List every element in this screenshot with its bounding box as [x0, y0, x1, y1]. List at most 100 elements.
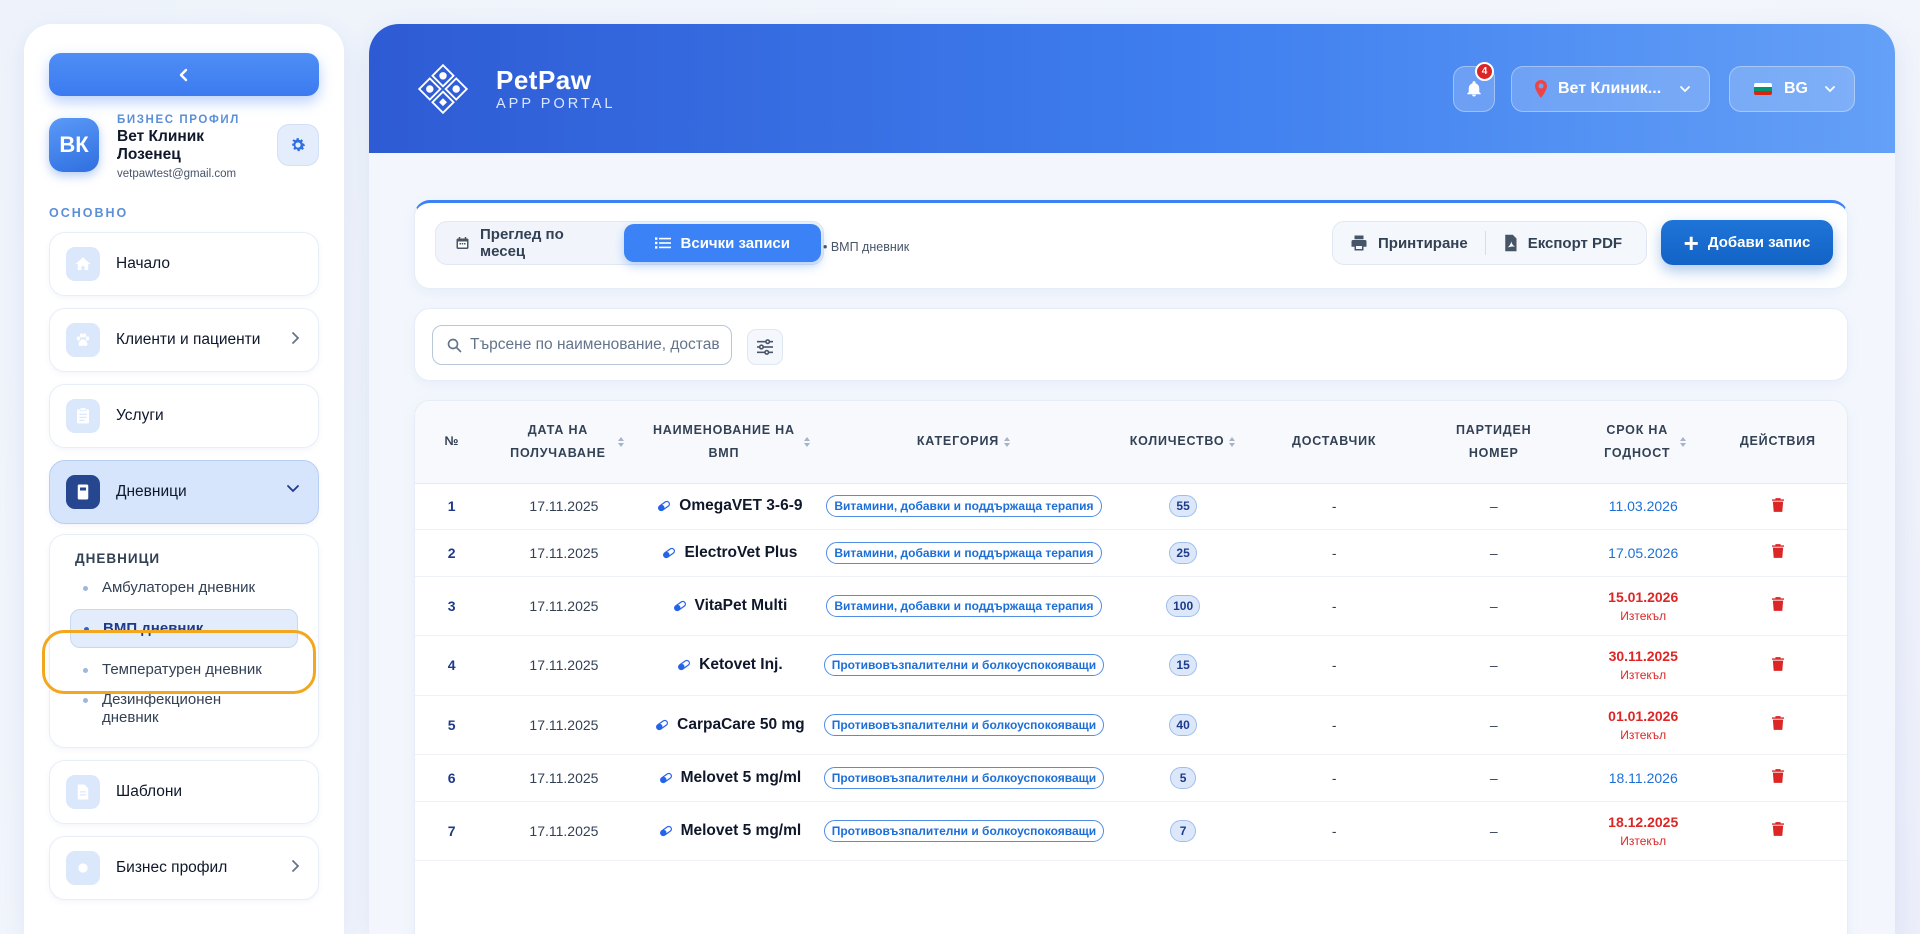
- home-icon: [66, 247, 100, 281]
- submenu-item-temperature[interactable]: Температурен дневник: [50, 661, 318, 678]
- quantity-badge: 7: [1170, 819, 1197, 842]
- delete-button[interactable]: [1771, 544, 1784, 558]
- cell-quantity: 7: [1107, 801, 1259, 861]
- drug-name: Melovet 5 mg/ml: [680, 768, 802, 786]
- column-header-sortable[interactable]: ДАТА НА ПОЛУЧАВАНЕ: [488, 401, 640, 484]
- drug-name: Ketovet Inj.: [699, 656, 783, 673]
- cell-supplier: -: [1258, 576, 1410, 636]
- brand-subtitle: APP PORTAL: [496, 96, 616, 112]
- brand[interactable]: PetPaw APP PORTAL: [415, 61, 615, 117]
- cell-quantity: 100: [1107, 576, 1259, 636]
- plus-icon: +: [1683, 227, 1699, 258]
- delete-button[interactable]: [1771, 769, 1784, 783]
- submenu-title: ДНЕВНИЦИ: [75, 551, 161, 566]
- sort-icon: [1229, 436, 1236, 447]
- delete-button[interactable]: [1771, 656, 1784, 671]
- trash-icon: [1771, 769, 1784, 783]
- search-input[interactable]: [470, 336, 720, 354]
- profile-kicker: БИЗНЕС ПРОФИЛ: [117, 114, 240, 126]
- column-header-sortable[interactable]: НАИМЕНОВАНИЕ НА ВМП: [639, 401, 821, 484]
- bullet-icon: [84, 627, 89, 632]
- view-all-records-button[interactable]: Всички записи: [623, 224, 821, 262]
- view-all-records-label: Всички записи: [680, 234, 790, 252]
- expiry-date: 15.01.2026: [1608, 588, 1679, 605]
- sort-icon: [617, 436, 624, 447]
- trash-icon: [1771, 497, 1784, 512]
- sidebar-item-templates[interactable]: Шаблони: [49, 760, 319, 824]
- cell-expiry: 15.01.2026 Изтекъл: [1577, 576, 1709, 636]
- trash-icon: [1771, 544, 1784, 558]
- cell-batch: –: [1409, 483, 1578, 530]
- chevron-down-icon: [287, 485, 299, 493]
- profile-settings-button[interactable]: [277, 124, 319, 166]
- cell-name: Melovet 5 mg/ml: [639, 801, 821, 861]
- sidebar-item-business-profile[interactable]: Бизнес профил: [49, 836, 319, 900]
- delete-button[interactable]: [1771, 497, 1784, 512]
- cell-expiry: 01.01.2026 Изтекъл: [1577, 695, 1709, 755]
- sidebar-item-label: Клиенти и пациенти: [116, 331, 261, 348]
- cell-number: 4: [415, 635, 489, 696]
- table-row[interactable]: 5 17.11.2025 CarpaCare 50 mg Противовъзп…: [415, 695, 1847, 755]
- add-record-button[interactable]: + Добави запис: [1661, 220, 1833, 265]
- sidebar-collapse-button[interactable]: [49, 53, 319, 96]
- sidebar-item-label: Шаблони: [116, 783, 183, 800]
- pill-icon: [655, 719, 669, 731]
- expiry-date: 17.05.2026: [1608, 544, 1679, 561]
- sidebar-item-journals[interactable]: Дневници: [49, 460, 319, 524]
- sidebar-item-home[interactable]: Начало: [49, 232, 319, 296]
- export-group: Принтиране Експорт PDF: [1332, 221, 1647, 265]
- column-header-sortable[interactable]: КАТЕГОРИЯ: [820, 401, 1108, 484]
- cell-name: OmegaVET 3-6-9: [639, 483, 821, 530]
- bulgaria-flag-icon: [1754, 83, 1772, 95]
- view-by-month-button[interactable]: Преглед по месец: [438, 224, 624, 262]
- print-button[interactable]: Принтиране: [1333, 234, 1485, 252]
- cell-name: Melovet 5 mg/ml: [639, 754, 821, 802]
- view-by-month-label: Преглед по месец: [480, 226, 564, 260]
- column-header: ДОСТАВЧИК: [1258, 401, 1410, 484]
- submenu-item-disinfection[interactable]: Дезинфекционен дневник: [50, 691, 280, 727]
- expiry-date: 11.03.2026: [1608, 498, 1678, 514]
- expired-label: Изтекъл: [1620, 668, 1667, 682]
- quantity-badge: 100: [1166, 594, 1201, 617]
- column-header-sortable[interactable]: КОЛИЧЕСТВО: [1107, 401, 1259, 484]
- column-header-sortable[interactable]: СРОК НА ГОДНОСТ: [1577, 401, 1709, 484]
- cell-actions: [1708, 635, 1847, 696]
- table-row[interactable]: 3 17.11.2025 VitaPet Multi Витамини, доб…: [415, 576, 1847, 636]
- clinic-selector[interactable]: Вет Клиник...: [1511, 66, 1710, 112]
- chevron-down-icon: [1825, 86, 1835, 93]
- table-row[interactable]: 6 17.11.2025 Melovet 5 mg/ml Противовъзп…: [415, 754, 1847, 802]
- submenu-item-ambulatory[interactable]: Амбулаторен дневник: [50, 579, 318, 596]
- table-row[interactable]: 2 17.11.2025 ElectroVet Plus Витамини, д…: [415, 529, 1847, 577]
- table-row[interactable]: 1 17.11.2025 OmegaVET 3-6-9 Витамини, до…: [415, 483, 1847, 530]
- cell-category: Противовъзпалителни и болкоуспокояващи: [820, 754, 1108, 802]
- delete-button[interactable]: [1771, 822, 1784, 836]
- delete-button[interactable]: [1771, 716, 1784, 730]
- drug-name: VitaPet Multi: [694, 596, 788, 614]
- cell-batch: –: [1409, 576, 1578, 636]
- search-field[interactable]: [432, 325, 732, 365]
- bullet-icon: [83, 586, 88, 591]
- expiry-date: 30.11.2025: [1608, 648, 1678, 664]
- cell-quantity: 25: [1107, 529, 1259, 577]
- pdf-file-icon: [1503, 234, 1518, 252]
- cell-date: 17.11.2025: [488, 576, 640, 636]
- delete-button[interactable]: [1771, 597, 1784, 611]
- submenu-item-vmp[interactable]: ВМП дневник: [70, 609, 298, 648]
- trash-icon: [1771, 716, 1784, 730]
- cell-category: Противовъзпалителни и болкоуспокояващи: [820, 635, 1108, 696]
- filter-button[interactable]: [747, 329, 783, 365]
- language-label: BG: [1784, 80, 1808, 97]
- sidebar-item-clients[interactable]: Клиенти и пациенти: [49, 308, 319, 372]
- notifications-button[interactable]: 4: [1453, 62, 1495, 112]
- cell-date: 17.11.2025: [488, 695, 640, 755]
- table-row[interactable]: 4 17.11.2025 Ketovet Inj. Противовъзпали…: [415, 635, 1847, 696]
- table-row[interactable]: 7 17.11.2025 Melovet 5 mg/ml Противовъзп…: [415, 801, 1847, 861]
- quantity-badge: 15: [1169, 654, 1197, 676]
- expiry-date: 18.11.2026: [1608, 769, 1678, 786]
- cell-expiry: 18.12.2025 Изтекъл: [1577, 801, 1709, 861]
- language-selector[interactable]: BG: [1729, 66, 1855, 112]
- pill-icon: [673, 600, 687, 612]
- business-profile: ВК БИЗНЕС ПРОФИЛ Вет Клиник Лозенец vetp…: [49, 114, 319, 192]
- export-pdf-button[interactable]: Експорт PDF: [1486, 234, 1639, 252]
- sidebar-item-services[interactable]: Услуги: [49, 384, 319, 448]
